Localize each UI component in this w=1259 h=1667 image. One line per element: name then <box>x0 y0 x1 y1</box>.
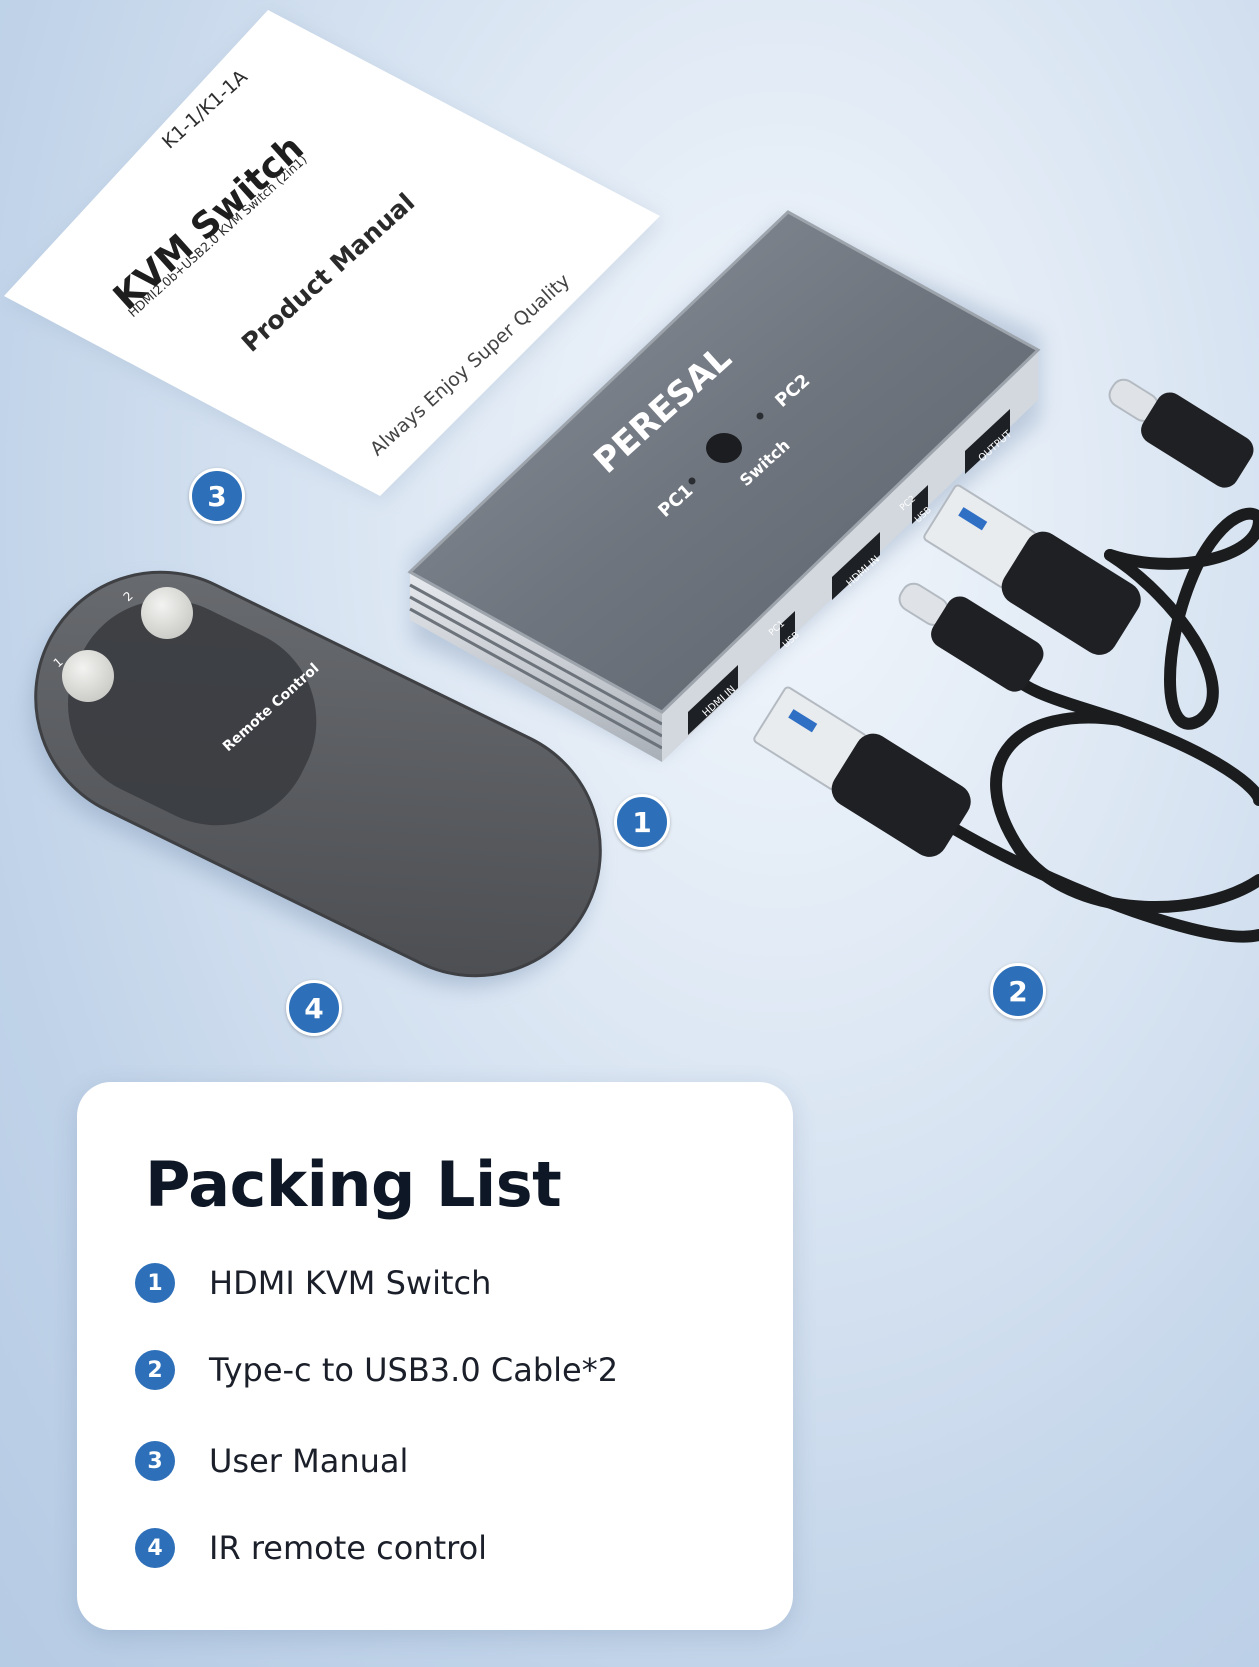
product-image: PERESAL PC1 PC2 Switch HDMI IN HDMI IN O… <box>0 0 1259 1667</box>
badge-1: 1 <box>614 794 670 850</box>
badge-3: 3 <box>189 468 245 524</box>
list-item-label: HDMI KVM Switch <box>209 1264 492 1302</box>
list-item-number: 2 <box>135 1350 175 1390</box>
list-item: 3 User Manual <box>135 1436 408 1486</box>
packing-list-title: Packing List <box>145 1148 562 1221</box>
usb-a-connector <box>753 686 971 857</box>
list-item: 4 IR remote control <box>135 1523 487 1573</box>
list-item: 1 HDMI KVM Switch <box>135 1258 491 1308</box>
type-c-connector <box>1108 378 1254 488</box>
badge-2: 2 <box>990 963 1046 1019</box>
list-item: 2 Type-c to USB3.0 Cable*2 <box>135 1345 618 1395</box>
remote-button-2 <box>141 587 193 639</box>
remote-button-1 <box>62 650 114 702</box>
list-item-label: User Manual <box>209 1442 409 1480</box>
list-item-number: 1 <box>135 1263 175 1303</box>
list-item-number: 3 <box>135 1441 175 1481</box>
list-item-number: 4 <box>135 1528 175 1568</box>
packing-list-card: Packing List 1 HDMI KVM Switch 2 Type-c to … <box>77 1082 793 1630</box>
badge-4: 4 <box>286 980 342 1036</box>
list-item-label: IR remote control <box>209 1529 488 1567</box>
list-item-label: Type-c to USB3.0 Cable*2 <box>209 1351 619 1389</box>
